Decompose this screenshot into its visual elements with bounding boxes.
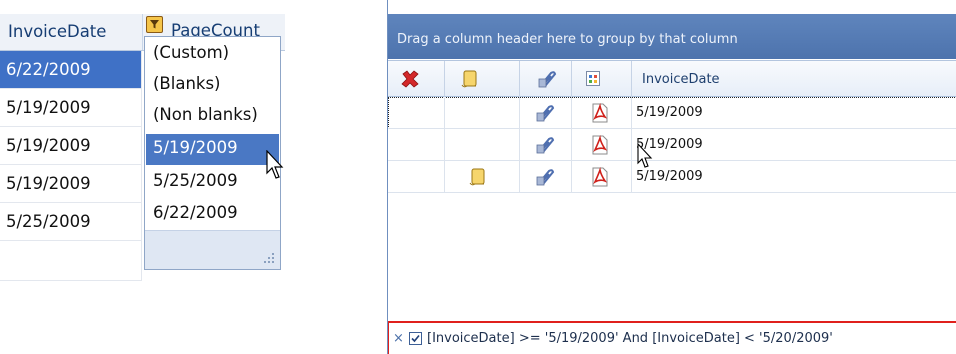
group-by-panel[interactable]: Drag a column header here to group by th… — [388, 14, 956, 59]
cell-invoicedate: 5/19/2009 — [6, 136, 91, 155]
pdf-document-icon — [592, 167, 608, 187]
cell-pdf[interactable] — [572, 129, 632, 161]
pdf-document-icon — [592, 103, 608, 123]
mouse-pointer-icon — [266, 150, 284, 179]
cell-note[interactable] — [445, 161, 520, 193]
filter-option-label: 5/25/2009 — [153, 171, 238, 190]
filter-option[interactable]: 5/25/2009 — [146, 167, 279, 198]
column-header-delete[interactable] — [388, 61, 445, 97]
filter-expression[interactable]: [InvoiceDate] >= '5/19/2009' And [Invoic… — [427, 331, 833, 346]
note-icon — [469, 168, 485, 186]
attachment-paperclip-icon — [536, 137, 555, 154]
cell-invoicedate[interactable]: 5/19/2009 — [632, 161, 956, 193]
dropdown-footer — [145, 230, 280, 269]
filter-option-label: 5/19/2009 — [153, 138, 238, 157]
cell-note[interactable] — [445, 97, 520, 129]
pdf-document-icon — [592, 135, 608, 155]
column-header-doctype[interactable] — [572, 61, 632, 97]
filter-option-label: 6/22/2009 — [153, 203, 238, 222]
column-header-invoicedate[interactable]: InvoiceDate — [632, 61, 956, 97]
attachment-paperclip-icon — [538, 71, 557, 88]
group-by-hint: Drag a column header here to group by th… — [397, 32, 738, 47]
right-grid: Drag a column header here to group by th… — [387, 0, 956, 354]
table-row[interactable]: 5/19/2009 — [388, 97, 956, 129]
filter-option[interactable]: (Blanks) — [146, 70, 279, 101]
right-grid-header: InvoiceDate — [388, 60, 956, 97]
table-row-empty — [0, 241, 142, 281]
cell-invoicedate: 6/22/2009 — [6, 60, 91, 79]
column-header-label: InvoiceDate — [8, 22, 107, 41]
table-row[interactable]: 6/22/2009 — [0, 51, 142, 89]
cell-value: 5/19/2009 — [636, 105, 703, 120]
checkmark-icon — [411, 334, 420, 343]
filter-option[interactable]: (Custom) — [146, 39, 279, 70]
cell-delete[interactable] — [388, 161, 445, 193]
filter-dropdown-list: (Custom) (Blanks) (Non blanks) 5/19/2009… — [144, 36, 281, 270]
mouse-pointer-icon — [637, 143, 653, 168]
filter-funnel-icon — [150, 20, 159, 29]
filter-enabled-checkbox[interactable] — [409, 332, 422, 345]
resize-grip-icon[interactable] — [264, 253, 276, 265]
attachment-paperclip-icon — [536, 169, 555, 186]
filter-dropdown-button[interactable] — [146, 16, 163, 33]
filter-option-highlighted[interactable]: 5/19/2009 — [146, 134, 279, 165]
cell-invoicedate[interactable]: 5/19/2009 — [632, 97, 956, 129]
filter-bar: × [InvoiceDate] >= '5/19/2009' And [Invo… — [388, 321, 956, 354]
table-row[interactable]: 5/25/2009 — [0, 203, 142, 241]
cell-attachment[interactable] — [520, 129, 572, 161]
table-row[interactable]: 5/19/2009 — [0, 165, 142, 203]
column-header-label: InvoiceDate — [642, 72, 720, 87]
note-icon — [461, 70, 477, 88]
cell-invoicedate: 5/19/2009 — [6, 98, 91, 117]
attachment-paperclip-icon — [536, 105, 555, 122]
filter-option[interactable]: (Non blanks) — [146, 101, 279, 132]
filter-option[interactable]: 6/22/2009 — [146, 199, 279, 230]
column-header-invoicedate[interactable]: InvoiceDate — [0, 14, 143, 50]
cell-delete[interactable] — [388, 129, 445, 161]
cell-invoicedate[interactable]: 5/19/2009 — [632, 129, 956, 161]
clear-filter-button[interactable]: × — [393, 331, 404, 346]
cell-note[interactable] — [445, 129, 520, 161]
left-grid: InvoiceDate PageCount 6/22/2009 5/19/200… — [0, 0, 285, 281]
cell-pdf[interactable] — [572, 97, 632, 129]
cell-attachment[interactable] — [520, 97, 572, 129]
table-row[interactable]: 5/19/2009 — [0, 127, 142, 165]
delete-x-icon — [401, 70, 419, 88]
column-header-note[interactable] — [445, 61, 520, 97]
table-row[interactable]: 5/19/2009 — [388, 129, 956, 161]
cell-pdf[interactable] — [572, 161, 632, 193]
filter-option-label: (Blanks) — [153, 74, 221, 93]
table-row[interactable]: 5/19/2009 — [388, 161, 956, 193]
cell-attachment[interactable] — [520, 161, 572, 193]
cell-delete[interactable] — [388, 97, 445, 129]
cell-invoicedate: 5/19/2009 — [6, 174, 91, 193]
filter-option-label: (Non blanks) — [153, 105, 258, 124]
column-header-attachment[interactable] — [520, 61, 572, 97]
cell-value: 5/19/2009 — [636, 169, 703, 184]
table-row[interactable]: 5/19/2009 — [0, 89, 142, 127]
cell-invoicedate: 5/25/2009 — [6, 212, 91, 231]
document-type-icon — [586, 71, 600, 86]
filter-option-label: (Custom) — [153, 43, 230, 62]
